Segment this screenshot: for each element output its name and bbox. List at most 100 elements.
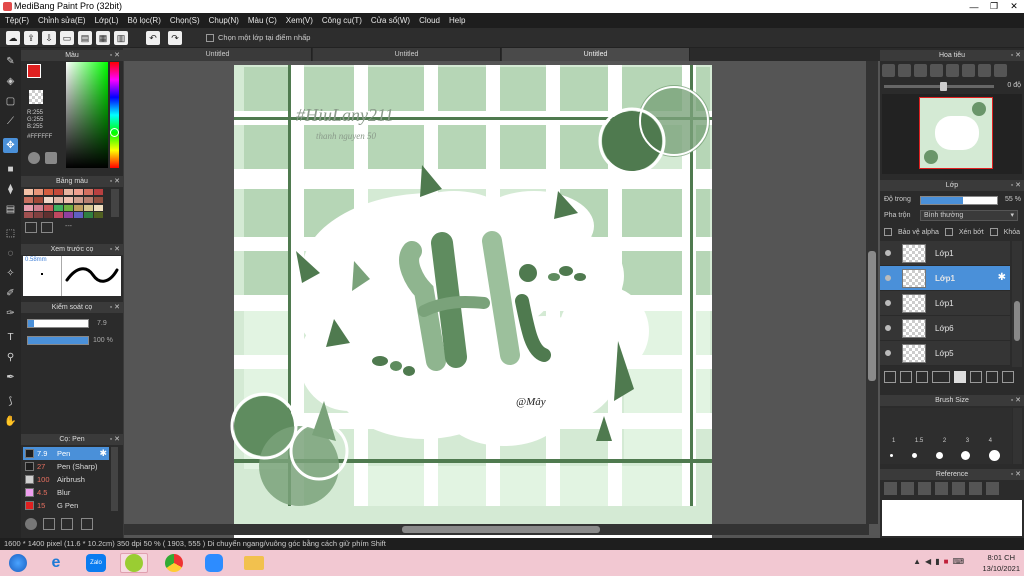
brush-property-icon[interactable]	[81, 518, 93, 530]
select-layer-checkbox[interactable]	[206, 33, 214, 42]
layer-settings-icon[interactable]: ✱	[998, 272, 1006, 283]
antivirus-icon[interactable]: ■	[944, 557, 949, 566]
save-icon[interactable]: ▦	[96, 31, 110, 45]
brush-size-scrollbar[interactable]	[1013, 408, 1022, 464]
export-icon[interactable]: ▥	[114, 31, 128, 45]
rotate-left-icon[interactable]	[946, 64, 959, 77]
palette-scrollbar[interactable]	[111, 189, 119, 217]
new-file-icon[interactable]: ▤	[78, 31, 92, 45]
menu-capture[interactable]: Chụp(N)	[209, 16, 239, 25]
new-brush-icon[interactable]	[43, 518, 55, 530]
brush-size-4[interactable]: 4	[989, 438, 992, 444]
palette-swatch[interactable]	[44, 196, 53, 203]
eyedropper-tool-icon[interactable]: ⟆	[3, 394, 18, 409]
brush-gear-icon[interactable]: ✱	[99, 447, 107, 460]
palette-swatch[interactable]	[34, 212, 43, 219]
menu-help[interactable]: Help	[449, 16, 465, 25]
actual-size-icon[interactable]	[930, 64, 943, 77]
zoom-out-icon[interactable]	[898, 64, 911, 77]
file-explorer-icon[interactable]	[240, 553, 268, 573]
palette-swatch[interactable]	[94, 212, 103, 219]
layer-visibility-icon[interactable]	[885, 325, 891, 331]
primary-color-swatch[interactable]	[27, 64, 41, 78]
layer-visibility-icon[interactable]	[885, 250, 891, 256]
color-pick-icon[interactable]	[45, 152, 57, 164]
close-button[interactable]: ✕	[1004, 0, 1024, 13]
menu-window[interactable]: Cửa sổ(W)	[371, 16, 410, 25]
layer-row[interactable]: Lớp1	[880, 241, 1010, 266]
network-icon[interactable]: ▮	[935, 557, 939, 566]
brush-dot-xlarge[interactable]	[961, 451, 971, 460]
panel-close-icon[interactable]: ▫ ✕	[1011, 395, 1021, 406]
comment-icon[interactable]: ▭	[60, 31, 74, 45]
palette-swatch[interactable]	[24, 212, 33, 219]
panel-close-icon[interactable]: ▫ ✕	[110, 176, 120, 187]
delete-palette-icon[interactable]	[41, 222, 53, 233]
navigator-preview[interactable]	[882, 94, 1022, 174]
menu-layer[interactable]: Lớp(L)	[95, 16, 119, 25]
undo-icon[interactable]: ↶	[146, 31, 160, 45]
rotation-slider[interactable]	[884, 82, 994, 91]
download-icon[interactable]: ⇩	[42, 31, 56, 45]
color-saturation-picker[interactable]	[66, 62, 108, 168]
panel-close-icon[interactable]: ▫ ✕	[110, 244, 120, 255]
color-wheel-icon[interactable]	[28, 152, 40, 164]
rotate-right-icon[interactable]	[978, 64, 991, 77]
clipping-checkbox[interactable]	[944, 228, 953, 236]
upload-icon[interactable]: ⇪	[24, 31, 38, 45]
new-palette-icon[interactable]	[25, 222, 37, 233]
reference-zoom-out-icon[interactable]	[969, 482, 982, 495]
rect-select-tool-icon[interactable]: ▢	[3, 94, 18, 109]
menu-cloud[interactable]: Cloud	[419, 16, 440, 25]
palette-swatch[interactable]	[24, 196, 33, 203]
palette-swatch[interactable]	[34, 196, 43, 203]
tab-document-3[interactable]: Untitled	[502, 48, 690, 61]
move-tool-icon[interactable]: ✥	[3, 138, 18, 153]
palette-swatch[interactable]	[84, 204, 93, 211]
menu-file[interactable]: Tệp(F)	[5, 16, 29, 25]
delete-layer-icon[interactable]	[1002, 371, 1014, 383]
layer-visibility-icon[interactable]	[885, 275, 891, 281]
brush-size-1-5[interactable]: 1.5	[915, 438, 923, 444]
bucket-tool-icon[interactable]: ⧫	[3, 182, 18, 197]
menu-view[interactable]: Xem(V)	[286, 16, 313, 25]
layer-visibility-icon[interactable]	[885, 300, 891, 306]
zalo-icon[interactable]: Zalo	[82, 553, 110, 573]
panel-close-icon[interactable]: ▫ ✕	[1011, 469, 1021, 480]
start-button-icon[interactable]	[4, 553, 32, 573]
reference-eyedropper-icon[interactable]	[986, 482, 999, 495]
palette-swatch[interactable]	[44, 212, 53, 219]
merge-layer-icon[interactable]	[970, 371, 982, 383]
brush-dot-large[interactable]	[935, 452, 943, 459]
palette-swatch[interactable]	[94, 196, 103, 203]
palette-swatch[interactable]	[74, 196, 83, 203]
tray-arrow-icon[interactable]: ▲	[913, 557, 921, 566]
brush-list-item[interactable]: 7.9 Pen ✱	[23, 447, 109, 460]
transparent-color-swatch[interactable]	[29, 90, 43, 104]
magic-wand-tool-icon[interactable]: ✧	[3, 266, 18, 281]
operation-tool-icon[interactable]: ⚲	[3, 350, 18, 365]
palette-swatch[interactable]	[64, 196, 73, 203]
color-hue-slider[interactable]	[110, 62, 119, 168]
brush-size-slider[interactable]	[27, 319, 89, 328]
eraser-tool-icon[interactable]: ◈	[3, 74, 18, 89]
palette-swatch[interactable]	[94, 189, 103, 195]
tab-document-2[interactable]: Untitled	[313, 48, 501, 61]
palette-swatch[interactable]	[74, 204, 83, 211]
fill-rect-tool-icon[interactable]: ■	[3, 162, 18, 177]
vertical-scrollbar[interactable]	[866, 61, 878, 524]
brush-tool-icon[interactable]: ✎	[3, 54, 18, 69]
blend-mode-select[interactable]: Bình thường ▾	[920, 210, 1018, 221]
reset-rotation-icon[interactable]	[962, 64, 975, 77]
internet-explorer-icon[interactable]: e	[42, 553, 70, 573]
layer-row[interactable]: Lớp6	[880, 316, 1010, 341]
palette-swatch[interactable]	[54, 204, 63, 211]
select-tool-icon[interactable]: ⬚	[3, 226, 18, 241]
palette-swatch[interactable]	[54, 196, 63, 203]
zoom-app-icon[interactable]	[200, 553, 228, 573]
folder-icon[interactable]	[954, 371, 966, 383]
palette-swatch[interactable]	[64, 189, 73, 195]
volume-icon[interactable]: ◀	[925, 557, 931, 566]
minimize-button[interactable]: —	[964, 0, 984, 13]
layer-visibility-icon[interactable]	[885, 350, 891, 356]
